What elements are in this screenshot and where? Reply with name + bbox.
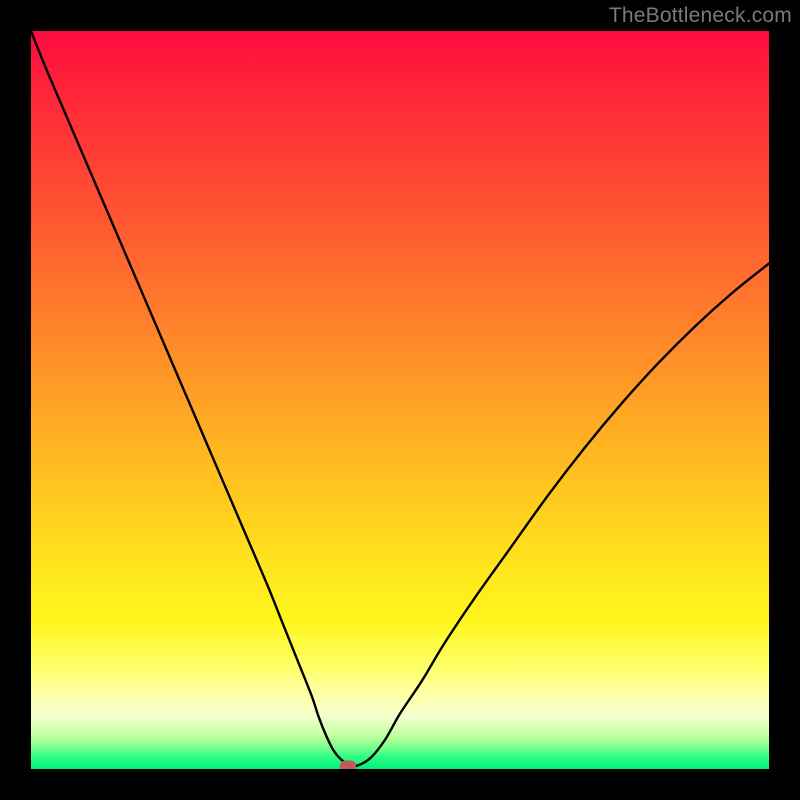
minimum-marker [340,761,356,769]
watermark-text: TheBottleneck.com [609,4,792,28]
plot-area [31,31,769,769]
bottleneck-curve [31,31,769,769]
chart-frame: TheBottleneck.com [0,0,800,800]
